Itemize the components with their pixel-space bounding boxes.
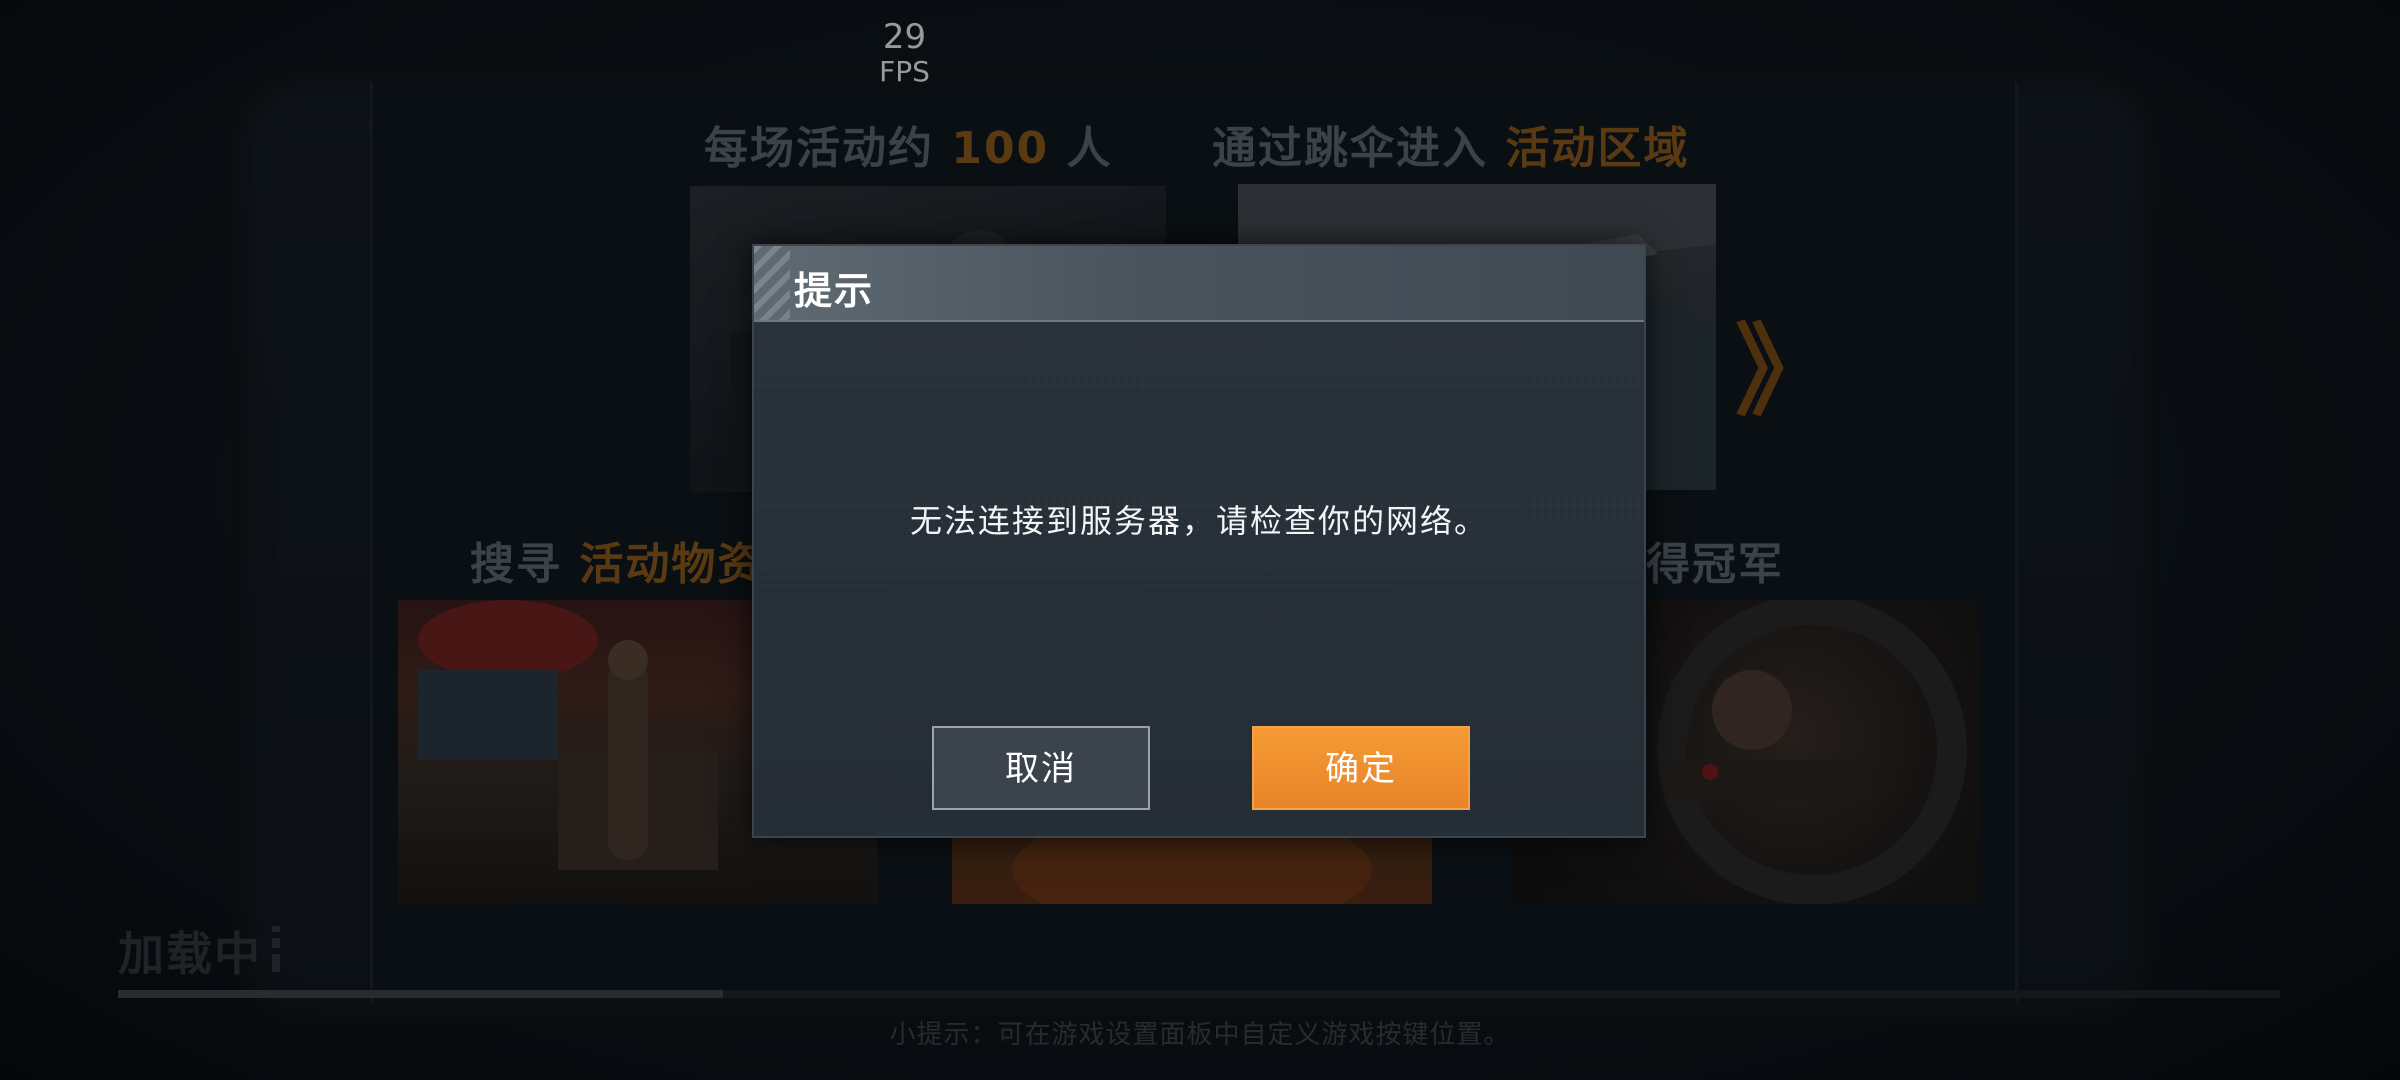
cancel-button[interactable]: 取消 [932,726,1150,810]
dialog-title: 提示 [794,269,875,313]
dialog-message: 无法连接到服务器，请检查你的网络。 [909,502,1488,540]
dialog-header: 提示 [754,246,1644,322]
confirm-button[interactable]: 确定 [1252,726,1470,810]
game-loading-screen: 每场活动约 100 人 通过跳伞进入 活动区域 搜寻 活动物资 游，获得冠军 》… [0,0,2400,1080]
header-stripes-icon [754,246,790,320]
network-error-dialog: 提示 无法连接到服务器，请检查你的网络。 取消 确定 [752,244,1646,838]
